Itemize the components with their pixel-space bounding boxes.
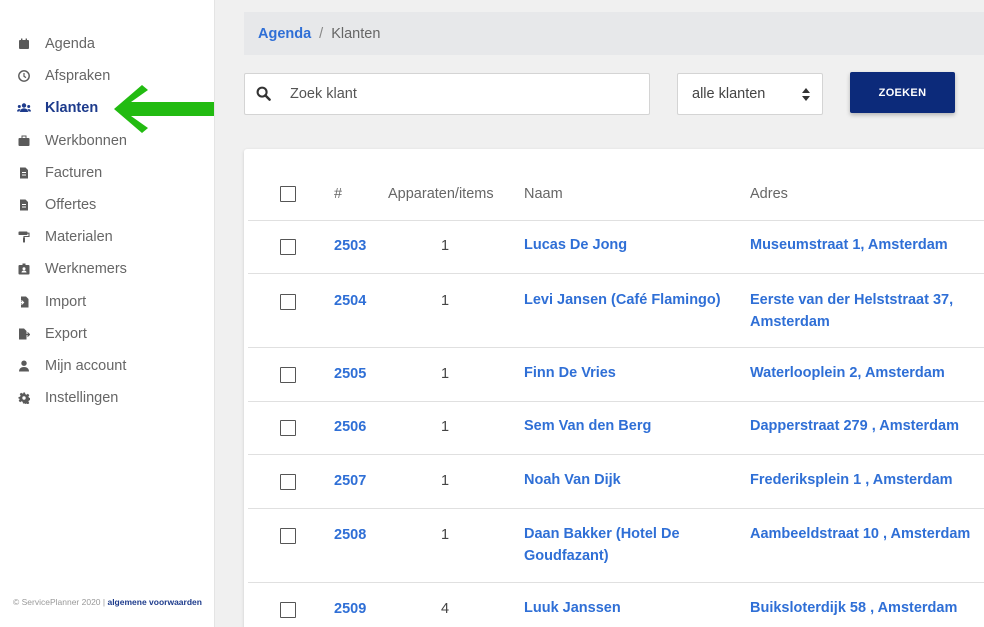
briefcase-icon	[17, 134, 31, 148]
sidebar-item-label: Import	[45, 293, 87, 310]
sidebar-item-instellingen[interactable]: Instellingen	[0, 382, 215, 414]
customer-name-link[interactable]: Sem Van den Berg	[524, 416, 651, 438]
sidebar-item-label: Facturen	[45, 164, 103, 181]
column-header-id[interactable]: #	[334, 186, 342, 202]
customer-id-link[interactable]: 2508	[334, 527, 366, 543]
breadcrumb-agenda-link[interactable]: Agenda	[258, 26, 311, 42]
sidebar-item-label: Agenda	[45, 36, 95, 53]
export-icon	[17, 327, 31, 341]
items-count: 1	[440, 293, 450, 309]
sidebar-item-label: Materialen	[45, 229, 113, 246]
customer-address-link[interactable]: Dapperstraat 279 , Amsterdam	[750, 416, 970, 438]
customer-address-link[interactable]: Museumstraat 1, Amsterdam	[750, 235, 970, 257]
gear-icon	[17, 391, 31, 405]
table-header: # Apparaten/items Naam Adres	[248, 167, 984, 221]
sidebar-item-export[interactable]: Export	[0, 318, 215, 350]
customer-name-link[interactable]: Lucas De Jong	[524, 235, 627, 257]
quote-icon	[17, 198, 31, 212]
customer-id-link[interactable]: 2503	[334, 238, 366, 254]
customer-id-link[interactable]: 2505	[334, 366, 366, 382]
calendar-icon	[17, 37, 31, 51]
items-count: 1	[440, 238, 450, 254]
id-badge-icon	[17, 262, 31, 276]
customer-id-link[interactable]: 2504	[334, 293, 366, 309]
customer-id-link[interactable]: 2507	[334, 473, 366, 489]
sidebar-item-label: Werkbonnen	[45, 132, 127, 149]
search-icon	[256, 86, 272, 102]
table-row[interactable]: 2504 1 Levi Jansen (Café Flamingo) Eerst…	[248, 274, 984, 348]
sidebar-item-label: Werknemers	[45, 261, 127, 278]
copyright-text: © ServicePlanner 2020 |	[13, 597, 108, 607]
breadcrumb-current: Klanten	[331, 25, 381, 42]
customer-name-link[interactable]: Daan Bakker (Hotel De Goudfazant)	[524, 524, 714, 567]
row-checkbox[interactable]	[280, 294, 296, 310]
customer-filter-select[interactable]: alle klanten	[677, 73, 823, 115]
customers-table: # Apparaten/items Naam Adres 2503 1 Luca…	[244, 149, 984, 627]
breadcrumb: Agenda / Klanten	[244, 12, 984, 55]
customer-name-link[interactable]: Noah Van Dijk	[524, 470, 621, 492]
clock-icon	[17, 69, 31, 83]
items-count: 1	[440, 366, 450, 382]
import-icon	[17, 295, 31, 309]
sidebar-item-import[interactable]: Import	[0, 286, 215, 318]
column-header-adres[interactable]: Adres	[750, 186, 788, 202]
customer-address-link[interactable]: Buiksloterdijk 58 , Amsterdam	[750, 598, 984, 620]
items-count: 4	[440, 601, 450, 617]
customer-filter-value: alle klanten	[692, 86, 766, 102]
column-header-items[interactable]: Apparaten/items	[388, 186, 494, 202]
search-input[interactable]	[290, 86, 610, 102]
table-row[interactable]: 2508 1 Daan Bakker (Hotel De Goudfazant)…	[248, 509, 984, 583]
row-checkbox[interactable]	[280, 239, 296, 255]
customer-name-link[interactable]: Luuk Janssen	[524, 598, 621, 620]
customer-address-link[interactable]: Waterlooplein 2, Amsterdam	[750, 363, 970, 385]
items-count: 1	[440, 419, 450, 435]
sidebar-item-mijn-account[interactable]: Mijn account	[0, 350, 215, 382]
column-header-naam[interactable]: Naam	[524, 186, 563, 202]
sidebar-item-label: Export	[45, 325, 87, 342]
sidebar-item-werknemers[interactable]: Werknemers	[0, 253, 215, 285]
search-button[interactable]: ZOEKEN	[850, 72, 955, 113]
table-row[interactable]: 2503 1 Lucas De Jong Museumstraat 1, Ams…	[248, 221, 984, 274]
sidebar-footer: © ServicePlanner 2020 | algemene voorwaa…	[13, 597, 202, 607]
items-count: 1	[440, 473, 450, 489]
table-row[interactable]: 2507 1 Noah Van Dijk Frederiksplein 1 , …	[248, 455, 984, 509]
customer-id-link[interactable]: 2509	[334, 601, 366, 617]
sidebar-item-label: Mijn account	[45, 357, 127, 374]
terms-link[interactable]: algemene voorwaarden	[107, 597, 201, 607]
sidebar-item-label: Offertes	[45, 197, 97, 214]
paint-roller-icon	[17, 230, 31, 244]
row-checkbox[interactable]	[280, 367, 296, 383]
table-row[interactable]: 2505 1 Finn De Vries Waterlooplein 2, Am…	[248, 348, 984, 402]
sidebar-item-agenda[interactable]: Agenda	[0, 28, 215, 60]
row-checkbox[interactable]	[280, 420, 296, 436]
sidebar-item-label: Instellingen	[45, 390, 119, 407]
invoice-icon	[17, 166, 31, 180]
sort-caret-icon	[802, 88, 810, 101]
sidebar-item-label: Afspraken	[45, 68, 111, 85]
customer-name-link[interactable]: Finn De Vries	[524, 363, 616, 385]
items-count: 1	[440, 527, 450, 543]
breadcrumb-separator: /	[319, 25, 324, 42]
row-checkbox[interactable]	[280, 528, 296, 544]
user-icon	[17, 359, 31, 373]
customer-address-link[interactable]: Eerste van der Helststraat 37, Amsterdam	[750, 290, 965, 333]
sidebar-item-facturen[interactable]: Facturen	[0, 157, 215, 189]
users-icon	[17, 101, 31, 115]
customer-id-link[interactable]: 2506	[334, 419, 366, 435]
sidebar-item-label: Klanten	[45, 100, 99, 117]
table-row[interactable]: 2506 1 Sem Van den Berg Dapperstraat 279…	[248, 402, 984, 455]
customer-address-link[interactable]: Frederiksplein 1 , Amsterdam	[750, 470, 970, 492]
sidebar-item-offertes[interactable]: Offertes	[0, 189, 215, 221]
table-row[interactable]: 2509 4 Luuk Janssen Buiksloterdijk 58 , …	[248, 583, 984, 627]
row-checkbox[interactable]	[280, 602, 296, 618]
search-box	[244, 73, 650, 115]
select-all-checkbox[interactable]	[280, 186, 296, 202]
row-checkbox[interactable]	[280, 474, 296, 490]
customer-name-link[interactable]: Levi Jansen (Café Flamingo)	[524, 290, 724, 312]
customer-address-link[interactable]: Aambeeldstraat 10 , Amsterdam	[750, 524, 984, 546]
sidebar-item-materialen[interactable]: Materialen	[0, 221, 215, 253]
arrow-left-icon	[114, 85, 214, 133]
